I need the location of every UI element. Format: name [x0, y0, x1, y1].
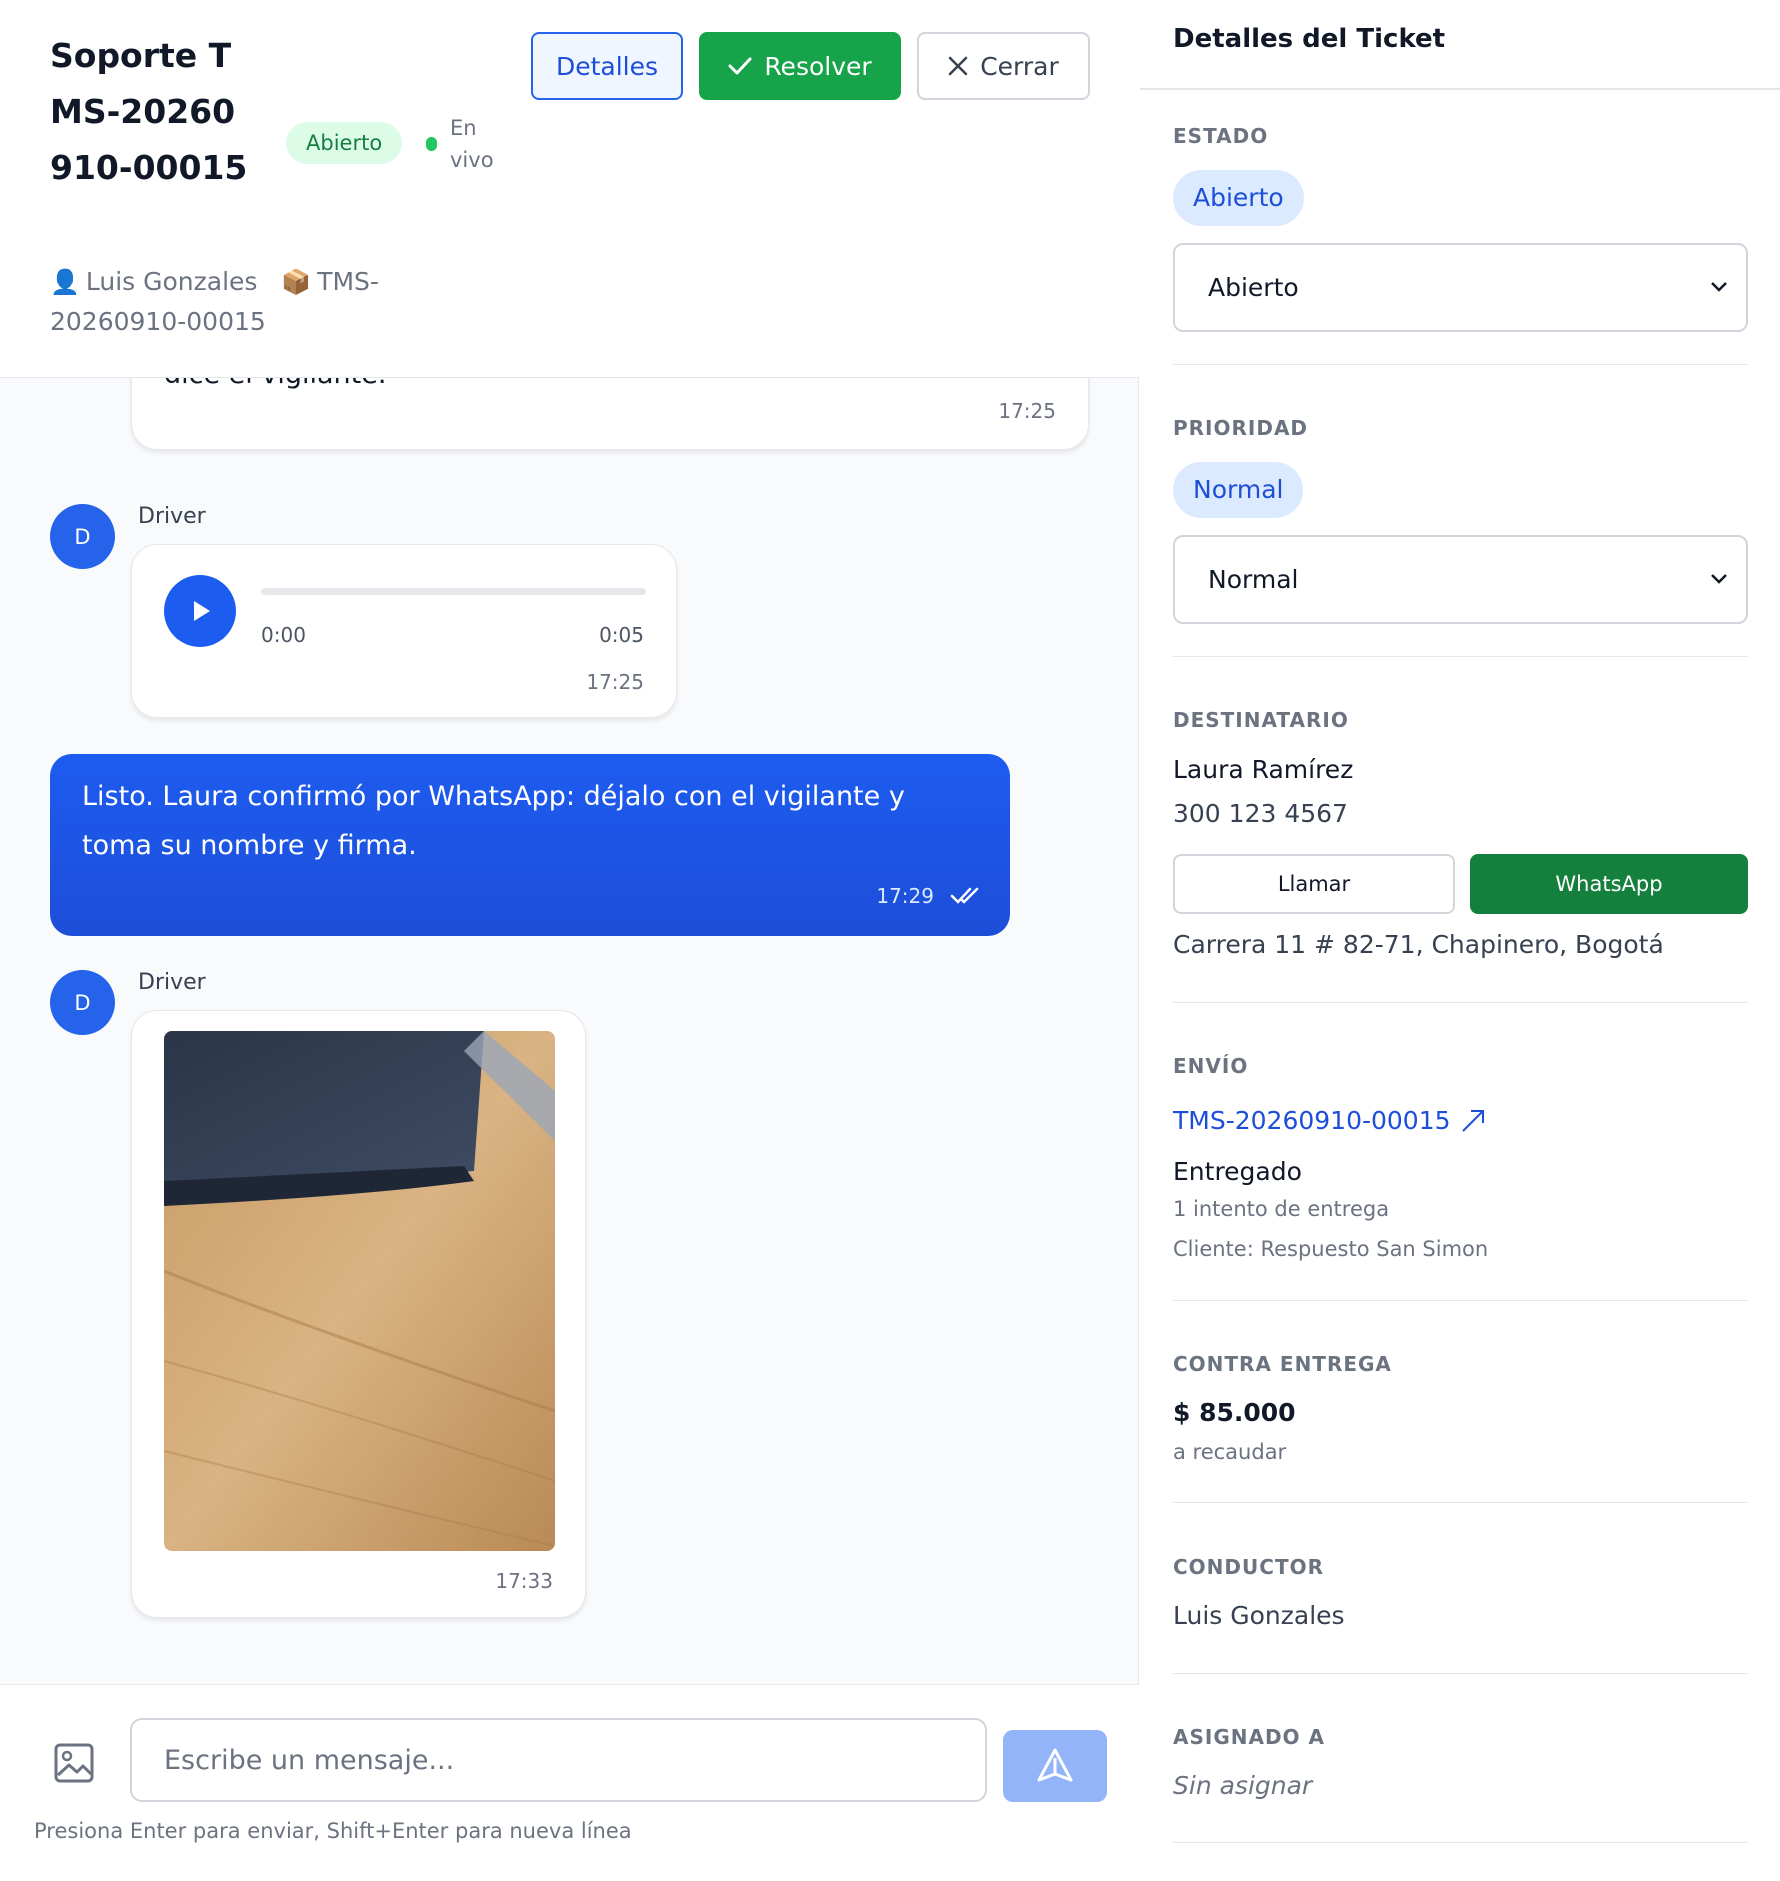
chevron-down-icon — [1711, 282, 1727, 292]
audio-progress-track[interactable] — [261, 588, 646, 595]
details-button[interactable]: Detalles — [531, 32, 683, 100]
avatar: D — [50, 504, 115, 569]
divider — [1173, 1673, 1748, 1674]
resolve-button[interactable]: Resolver — [699, 32, 901, 100]
send-icon — [1037, 1748, 1073, 1782]
estado-select[interactable]: Abierto — [1173, 243, 1748, 332]
message-text: Listo. Laura confirmó por WhatsApp: déja… — [82, 781, 905, 861]
outgoing-message: Listo. Laura confirmó por WhatsApp: déja… — [50, 754, 1010, 936]
status-badge: Abierto — [286, 122, 403, 164]
conductor-label: CONDUCTOR — [1173, 1555, 1324, 1579]
divider — [1173, 1502, 1748, 1503]
recipient-phone: 300 123 4567 — [1173, 799, 1348, 828]
prioridad-pill: Normal — [1173, 462, 1304, 518]
shipment-client: Cliente: Respuesto San Simon — [1173, 1237, 1489, 1261]
delivery-attempts: 1 intento de entrega — [1173, 1197, 1390, 1221]
photo-content — [164, 1031, 555, 1551]
send-button[interactable] — [1003, 1730, 1107, 1802]
call-button-label: Llamar — [1277, 872, 1351, 896]
call-button[interactable]: Llamar — [1173, 854, 1455, 914]
shipment-link[interactable]: TMS-20260910-00015 — [1173, 1106, 1485, 1135]
ticket-details-panel: Detalles del Ticket ESTADO Abierto Abier… — [1140, 0, 1780, 1881]
meta-user-name: Luis Gonzales — [85, 267, 258, 296]
ticket-meta: 👤 Luis Gonzales 📦 TMS-20260910-00015 — [50, 262, 410, 342]
recipient-name: Laura Ramírez — [1173, 755, 1354, 784]
assigned-value: Sin asignar — [1173, 1771, 1313, 1800]
user-icon: 👤 — [50, 268, 80, 296]
prioridad-select[interactable]: Normal — [1173, 535, 1748, 624]
estado-select-value: Abierto — [1208, 273, 1299, 302]
package-icon: 📦 — [281, 268, 312, 296]
divider — [1173, 1300, 1748, 1301]
shipment-link-text: TMS-20260910-00015 — [1173, 1106, 1451, 1135]
divider — [1173, 364, 1748, 365]
prioridad-select-value: Normal — [1208, 565, 1299, 594]
recipient-address: Carrera 11 # 82-71, Chapinero, Bogotá — [1173, 930, 1664, 959]
close-button[interactable]: Cerrar — [917, 32, 1090, 100]
message-bubble-partial: dice el vigilante. 17:25 — [131, 378, 1089, 450]
image-icon[interactable] — [52, 1741, 96, 1785]
details-button-label: Detalles — [555, 51, 659, 81]
message-composer: Presiona Enter para enviar, Shift+Enter … — [0, 1684, 1139, 1881]
live-indicator-dot — [426, 137, 437, 151]
message-list[interactable]: dice el vigilante. 17:25 D Driver 0:00 0… — [0, 378, 1139, 1684]
attached-photo[interactable] — [164, 1031, 555, 1551]
live-label: En vivo — [450, 116, 494, 172]
audio-current-time: 0:00 — [261, 623, 306, 647]
chat-pane: Soporte TMS-20260910-00015 Abierto En vi… — [0, 0, 1139, 1881]
external-link-icon — [1461, 1109, 1484, 1132]
message-time: 17:25 — [998, 399, 1056, 423]
chat-header: Soporte TMS-20260910-00015 Abierto En vi… — [0, 0, 1139, 378]
play-icon — [194, 601, 210, 621]
audio-duration: 0:05 — [599, 623, 644, 647]
destinatario-label: DESTINATARIO — [1173, 708, 1349, 732]
message-input[interactable] — [130, 1718, 987, 1802]
prioridad-label: PRIORIDAD — [1173, 416, 1309, 440]
sender-name: Driver — [138, 970, 206, 995]
image-message: 17:33 — [131, 1010, 586, 1618]
chevron-down-icon — [1711, 574, 1727, 584]
divider — [1173, 656, 1748, 657]
cod-note: a recaudar — [1173, 1440, 1287, 1464]
shipment-status: Entregado — [1173, 1157, 1302, 1186]
estado-label: ESTADO — [1173, 124, 1269, 148]
panel-title: Detalles del Ticket — [1173, 24, 1446, 54]
cod-amount: $ 85.000 — [1173, 1398, 1296, 1427]
sender-name: Driver — [138, 504, 206, 529]
whatsapp-button[interactable]: WhatsApp — [1470, 854, 1748, 914]
audio-message: 0:00 0:05 17:25 — [131, 544, 677, 718]
estado-pill: Abierto — [1173, 170, 1304, 226]
message-time: 17:25 — [586, 670, 644, 694]
whatsapp-button-label: WhatsApp — [1555, 872, 1663, 896]
close-icon — [948, 56, 968, 76]
check-icon — [728, 57, 752, 75]
assigned-label: ASIGNADO A — [1173, 1725, 1326, 1749]
page-title: Soporte TMS-20260910-00015 — [50, 36, 248, 187]
divider — [1173, 1002, 1748, 1003]
resolve-button-label: Resolver — [764, 51, 872, 81]
double-check-icon — [950, 887, 979, 904]
close-button-label: Cerrar — [980, 51, 1059, 81]
driver-name: Luis Gonzales — [1173, 1601, 1345, 1630]
message-text: dice el vigilante. — [164, 378, 386, 390]
play-button[interactable] — [164, 575, 236, 647]
divider — [1173, 1842, 1748, 1843]
composer-hint: Presiona Enter para enviar, Shift+Enter … — [34, 1819, 632, 1843]
message-time: 17:29 — [876, 884, 934, 908]
panel-header: Detalles del Ticket — [1140, 0, 1780, 90]
message-time: 17:33 — [495, 1569, 553, 1593]
cod-label: CONTRA ENTREGA — [1173, 1352, 1392, 1376]
envio-label: ENVÍO — [1173, 1054, 1249, 1078]
avatar: D — [50, 970, 115, 1035]
